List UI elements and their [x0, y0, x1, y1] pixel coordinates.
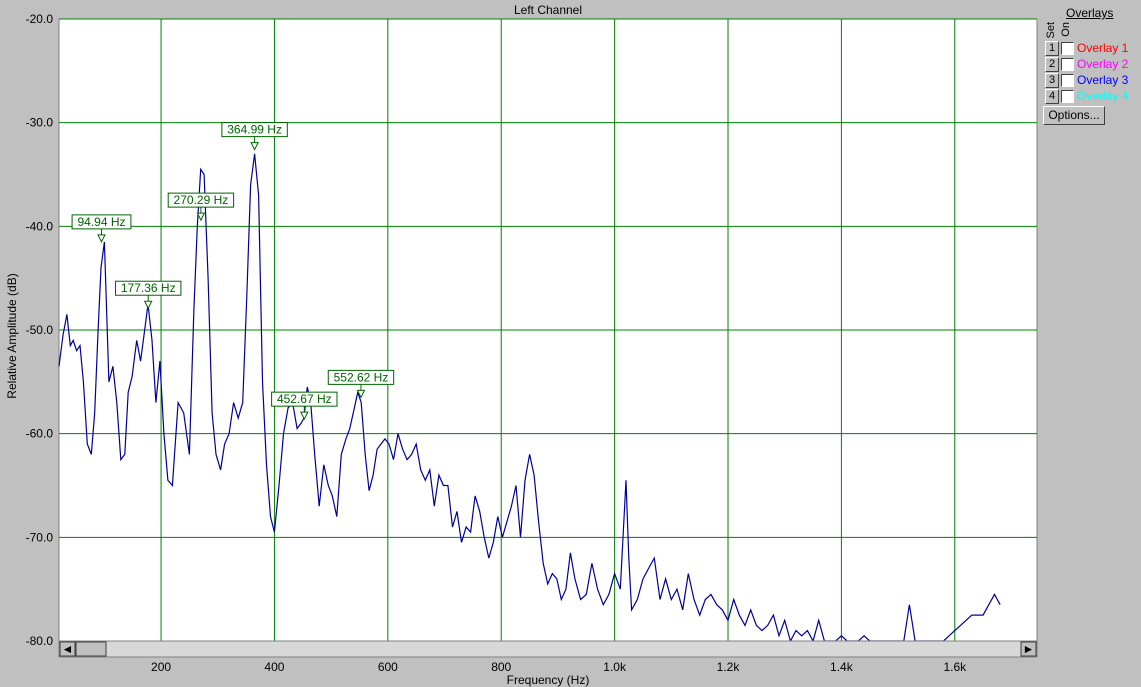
y-tick-label: -50.0	[26, 323, 54, 337]
x-tick-label: 200	[151, 660, 171, 674]
peak-label: 177.36 Hz	[121, 281, 176, 295]
overlays-title: Overlays	[1066, 6, 1114, 20]
x-tick-labels: 200 400 600 800 1.0k 1.2k 1.4k 1.6k	[151, 660, 967, 674]
y-tick-labels: -20.0 -30.0 -40.0 -50.0 -60.0 -70.0 -80.0	[26, 12, 54, 648]
overlay-label-1: Overlay 1	[1077, 41, 1129, 55]
overlay-row-2: 2 Overlay 2	[1045, 57, 1141, 73]
set-column-header: Set	[1045, 22, 1057, 39]
overlay-label-4: Overlay 4	[1077, 89, 1129, 103]
scroll-right-arrow-icon: ►	[1023, 642, 1035, 656]
overlay-on-checkbox-1[interactable]	[1061, 42, 1074, 55]
y-tick-label: -70.0	[26, 530, 54, 544]
overlay-set-button-1[interactable]: 1	[1045, 41, 1059, 56]
overlay-set-button-2[interactable]: 2	[1045, 57, 1059, 72]
x-tick-label: 1.0k	[603, 660, 627, 674]
x-tick-label: 800	[491, 660, 511, 674]
y-tick-label: -60.0	[26, 427, 54, 441]
y-tick-label: -40.0	[26, 219, 54, 233]
x-axis-label: Frequency (Hz)	[507, 673, 590, 687]
x-tick-label: 1.4k	[830, 660, 854, 674]
overlay-set-button-3[interactable]: 3	[1045, 73, 1059, 88]
y-tick-label: -30.0	[26, 116, 54, 130]
overlay-on-checkbox-4[interactable]	[1061, 90, 1074, 103]
overlay-label-2: Overlay 2	[1077, 57, 1129, 71]
scrollbar-track[interactable]	[58, 640, 1038, 658]
scrollbar-thumb[interactable]	[75, 641, 107, 657]
overlay-on-checkbox-3[interactable]	[1061, 74, 1074, 87]
options-button[interactable]: Options...	[1043, 106, 1105, 125]
overlay-row-4: 4 Overlay 4	[1045, 89, 1141, 105]
scroll-left-arrow-icon: ◄	[62, 642, 74, 656]
y-tick-label: -80.0	[26, 634, 54, 648]
horizontal-scrollbar[interactable]: ◄ ►	[58, 640, 1038, 658]
overlay-on-checkbox-2[interactable]	[1061, 58, 1074, 71]
overlay-row-1: 1 Overlay 1	[1045, 41, 1141, 57]
x-tick-label: 1.6k	[943, 660, 967, 674]
y-tick-label: -20.0	[26, 12, 54, 26]
peak-label: 364.99 Hz	[227, 123, 282, 137]
overlay-label-3: Overlay 3	[1077, 73, 1129, 87]
spectrum-chart: Left Channel Relative Amplitude (dB) Fre…	[5, 3, 1038, 687]
x-tick-label: 400	[264, 660, 284, 674]
peak-label: 270.29 Hz	[174, 193, 229, 207]
overlay-set-button-4[interactable]: 4	[1045, 89, 1059, 104]
peak-label: 552.62 Hz	[334, 370, 389, 384]
overlay-row-3: 3 Overlay 3	[1045, 73, 1141, 89]
on-column-header: On	[1060, 22, 1072, 37]
x-tick-label: 600	[378, 660, 398, 674]
x-tick-label: 1.2k	[717, 660, 741, 674]
peak-label: 452.67 Hz	[277, 392, 332, 406]
overlays-panel: Overlays Set On 1 Overlay 1 2 Overlay 2 …	[1040, 0, 1141, 687]
y-axis-label: Relative Amplitude (dB)	[5, 273, 19, 398]
peak-label: 94.94 Hz	[77, 215, 125, 229]
chart-title: Left Channel	[514, 3, 582, 17]
